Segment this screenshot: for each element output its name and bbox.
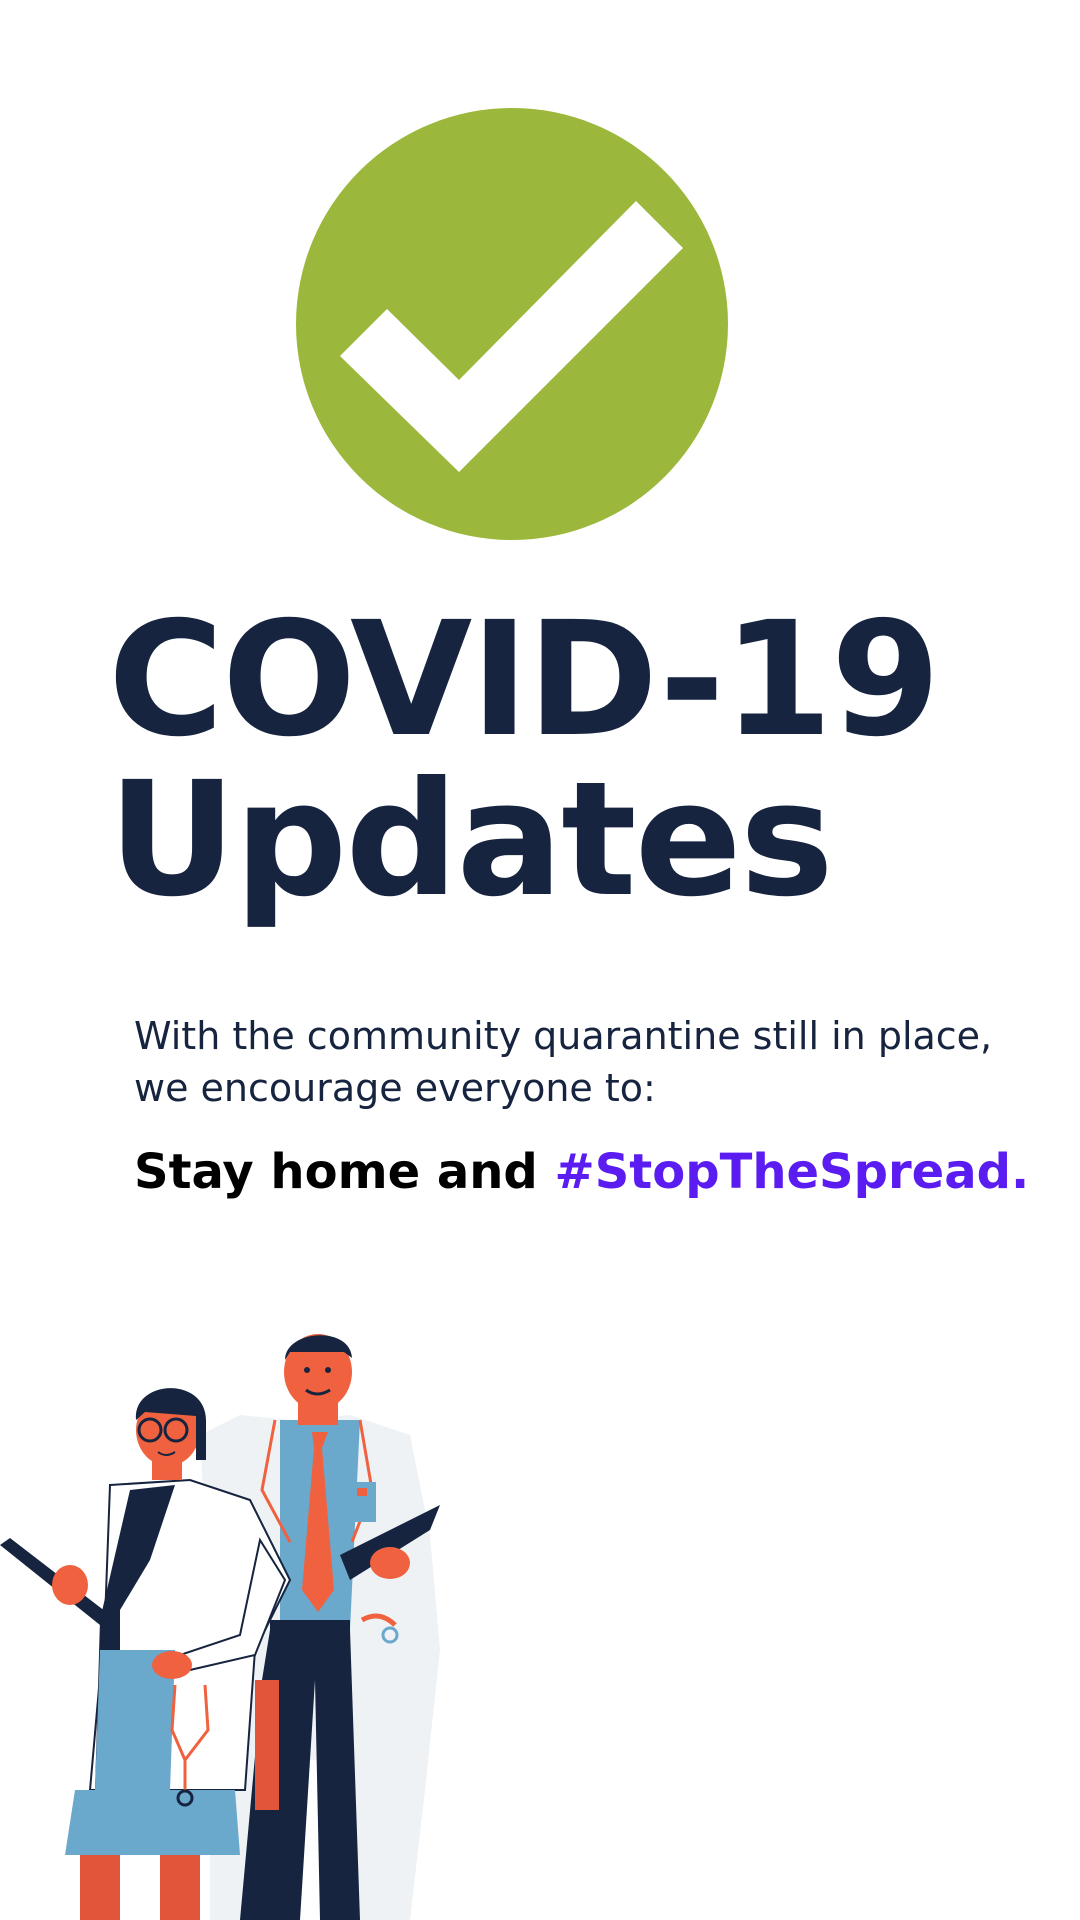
- announcement-message: With the community quarantine still in p…: [134, 1010, 1034, 1114]
- message-line-1: With the community quarantine still in p…: [134, 1014, 993, 1058]
- page-title: COVID-19 Updates: [108, 600, 1008, 920]
- checkmark-circle-icon: [296, 108, 728, 540]
- cta-hashtag: #StopTheSpread.: [554, 1144, 1030, 1200]
- call-to-action: Stay home and #StopTheSpread.: [134, 1144, 1064, 1200]
- message-line-2: we encourage everyone to:: [134, 1066, 656, 1110]
- title-line-2: Updates: [108, 748, 834, 932]
- doctors-illustration: [0, 1320, 460, 1920]
- cta-lead-text: Stay home and: [134, 1144, 555, 1200]
- title-line-1: COVID-19: [108, 588, 941, 772]
